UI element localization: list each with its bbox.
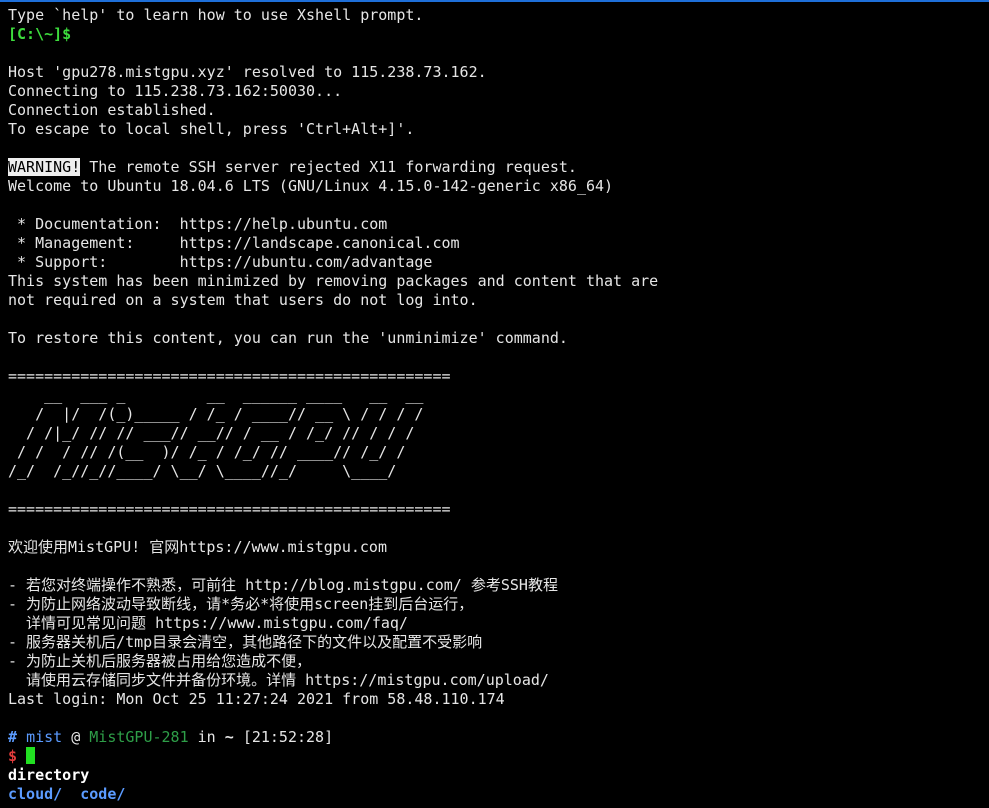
local-prompt-line: [C:\~]$ [8, 25, 72, 43]
minimized-notice-line: This system has been minimized by removi… [8, 272, 659, 290]
terminal-screen[interactable]: Type `help' to learn how to use Xshell p… [0, 0, 989, 808]
banner-art-line: / /|_/ // // ___// __// / __ / /_/ // / … [8, 424, 415, 442]
doc-link-line: * Documentation: https://help.ubuntu.com [8, 215, 388, 233]
connecting-line: Connecting to 115.238.73.162:50030... [8, 82, 343, 100]
banner-rule-bottom: ========================================… [8, 500, 451, 518]
notice-line: - 为防止关机后服务器被占用给您造成不便， [8, 652, 312, 670]
notice-line: 详情可见常见问题 https://www.mistgpu.com/faq/ [8, 614, 408, 632]
management-link-line: * Management: https://landscape.canonica… [8, 234, 460, 252]
notice-line: - 服务器关机后/tmp目录会清空，其他路径下的文件以及配置不受影响 [8, 633, 483, 651]
banner-art-line: / / / // /(__ )/ /_ / /_/ // ____// /_/ … [8, 443, 406, 461]
greeting-line: 欢迎使用MistGPU! 官网https://www.mistgpu.com [8, 538, 387, 556]
warning-tag: WARNING! [8, 158, 81, 176]
minimized-notice-line: not required on a system that users do n… [8, 291, 478, 309]
prompt-host: MistGPU-281 [89, 728, 189, 746]
prompt-in: in [197, 728, 216, 746]
prompt-time: [21:52:28] [242, 728, 334, 746]
prompt-at: @ [71, 728, 81, 746]
support-link-line: * Support: https://ubuntu.com/advantage [8, 253, 433, 271]
directory-heading: directory [8, 766, 90, 784]
text-cursor[interactable] [26, 747, 36, 764]
notice-line: - 若您对终端操作不熟悉，可前往 http://blog.mistgpu.com… [8, 576, 558, 594]
warning-text: The remote SSH server rejected X11 forwa… [80, 158, 577, 176]
banner-art-line: / |/ /(_)_____ / /_ / ____// __ \ / / / … [8, 405, 424, 423]
prompt-hash: # [8, 728, 18, 746]
x11-warning-line: WARNING! The remote SSH server rejected … [8, 158, 989, 177]
banner-art-line: /_/ /_//_//____/ \__/ \____//_/ \____/ [8, 462, 397, 480]
directory-list: cloud/ code/ [8, 785, 989, 804]
escape-hint-line: To escape to local shell, press 'Ctrl+Al… [8, 120, 415, 138]
banner-rule-top: ========================================… [8, 367, 451, 385]
unminimize-hint-line: To restore this content, you can run the… [8, 329, 568, 347]
shell-prompt-header: # mist @ MistGPU-281 in ~ [21:52:28] [8, 728, 989, 747]
ubuntu-welcome-line: Welcome to Ubuntu 18.04.6 LTS (GNU/Linux… [8, 177, 614, 195]
prompt-user: mist [26, 728, 63, 746]
xshell-hint-line: Type `help' to learn how to use Xshell p… [8, 6, 424, 24]
dir-entry-code: code/ [80, 785, 126, 803]
dir-entry-cloud: cloud/ [8, 785, 63, 803]
prompt-symbol: $ [8, 747, 18, 765]
notice-line: 请使用云存储同步文件并备份环境。详情 https://mistgpu.com/u… [8, 671, 549, 689]
prompt-cwd: ~ [224, 728, 234, 746]
banner-art-line: __ ___ _ __ ______ ____ __ __ [8, 386, 424, 404]
last-login-line: Last login: Mon Oct 25 11:27:24 2021 fro… [8, 690, 505, 708]
host-resolved-line: Host 'gpu278.mistgpu.xyz' resolved to 11… [8, 63, 487, 81]
notice-line: - 为防止网络波动导致断线，请*务必*将使用screen挂到后台运行， [8, 595, 474, 613]
shell-input-line[interactable]: $ [8, 747, 989, 766]
connection-established-line: Connection established. [8, 101, 216, 119]
